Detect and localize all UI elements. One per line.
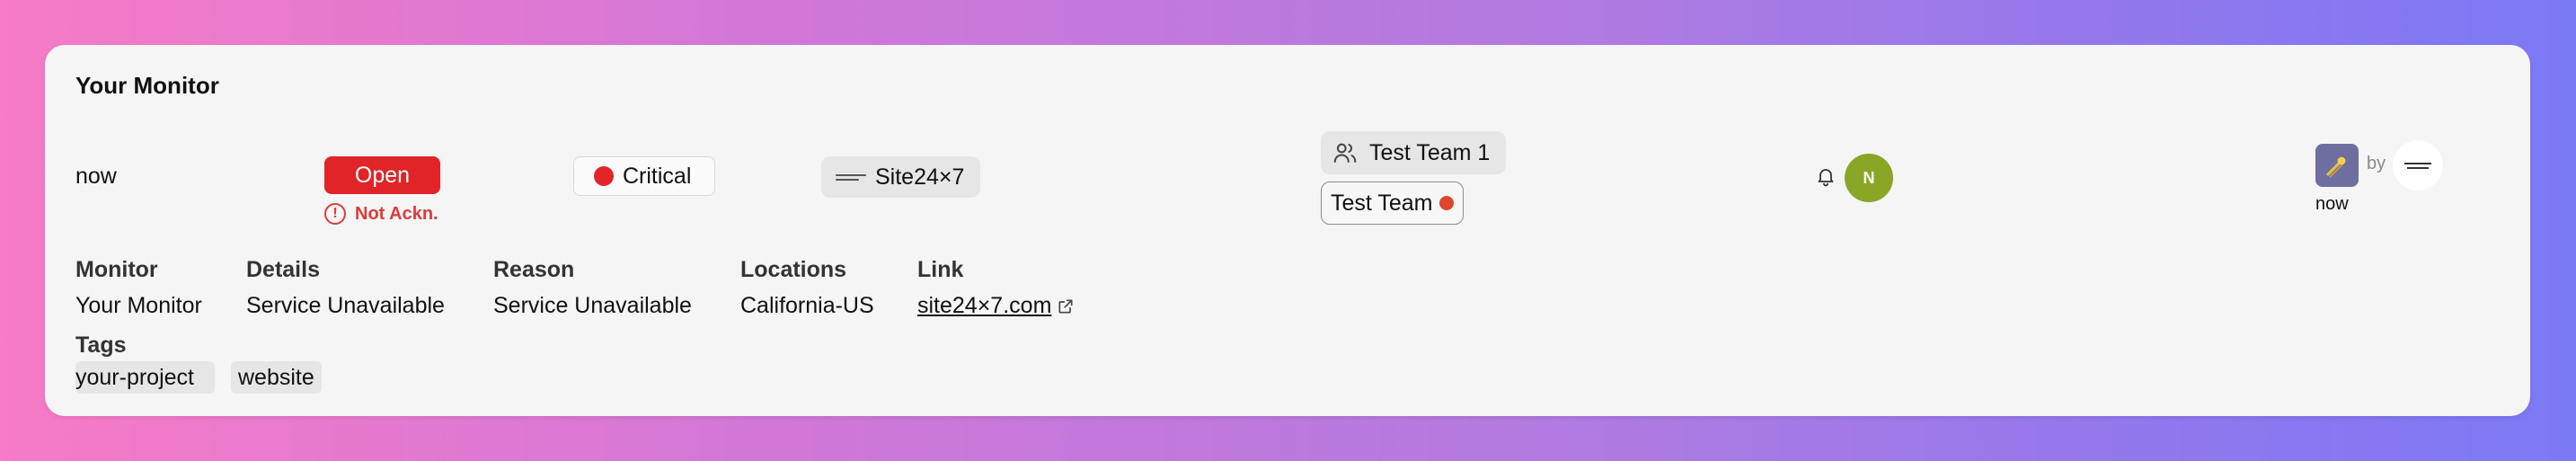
- field-label: Details: [246, 257, 320, 282]
- avatar[interactable]: N: [1845, 154, 1893, 202]
- app-icon: [2315, 144, 2359, 187]
- status-open-button[interactable]: Open: [324, 156, 440, 194]
- tag-item[interactable]: your-project: [75, 361, 215, 394]
- by-label: by: [2367, 154, 2386, 173]
- ack-label: Not Ackn.: [355, 203, 438, 224]
- team-tag-2[interactable]: Test Team: [1321, 182, 1465, 225]
- site24x7-logo-icon: [836, 170, 866, 184]
- field-link: Link site24×7.com: [917, 257, 1075, 319]
- team-label-1: Test Team 1: [1369, 139, 1491, 165]
- external-link-icon: [1058, 299, 1073, 313]
- field-value: Service Unavailable: [493, 293, 692, 318]
- link-text: site24×7.com: [917, 293, 1052, 318]
- comet-icon: [2326, 156, 2346, 178]
- source-badge[interactable]: Site24×7: [821, 156, 981, 198]
- card-title: Your Monitor: [75, 72, 219, 99]
- users-icon: [1333, 143, 1357, 163]
- tag-text: your-project: [75, 364, 194, 390]
- field-details: Details Service Unavailable: [246, 257, 445, 319]
- tag-text: website: [238, 364, 314, 390]
- tag-list: your-project website: [75, 361, 322, 394]
- team-tag-1[interactable]: Test Team 1: [1321, 131, 1507, 174]
- external-link[interactable]: site24×7.com: [917, 293, 1075, 319]
- event-time: now: [2315, 194, 2349, 214]
- bell-icon[interactable]: [1815, 165, 1837, 187]
- team-status-dot: [1439, 196, 1455, 210]
- field-monitor: Monitor Your Monitor: [75, 257, 202, 319]
- severity-label: Critical: [623, 163, 692, 189]
- field-value: California-US: [740, 293, 874, 318]
- field-value: Service Unavailable: [246, 293, 445, 318]
- incident-card[interactable]: Your Monitor now Open ! Not Ackn. Critic…: [45, 45, 2530, 416]
- field-locations: Locations California-US: [740, 257, 874, 319]
- field-label: Locations: [740, 257, 847, 282]
- incident-time: now: [75, 164, 117, 189]
- field-label: Monitor: [75, 257, 158, 282]
- site24x7-integration-logo-icon: [2393, 140, 2443, 191]
- field-label: Link: [917, 257, 964, 282]
- severity-badge[interactable]: Critical: [573, 156, 716, 196]
- team-label-2: Test Team: [1331, 190, 1433, 216]
- tags-label: Tags: [75, 332, 127, 358]
- severity-dot: [594, 166, 614, 186]
- field-reason: Reason Service Unavailable: [493, 257, 692, 319]
- source-label: Site24×7: [875, 164, 965, 190]
- alert-circle-icon: !: [324, 203, 346, 225]
- field-label: Reason: [493, 257, 575, 282]
- field-value: Your Monitor: [75, 293, 202, 318]
- acknowledge-status[interactable]: ! Not Ackn.: [324, 203, 438, 225]
- tag-item[interactable]: website: [231, 361, 322, 394]
